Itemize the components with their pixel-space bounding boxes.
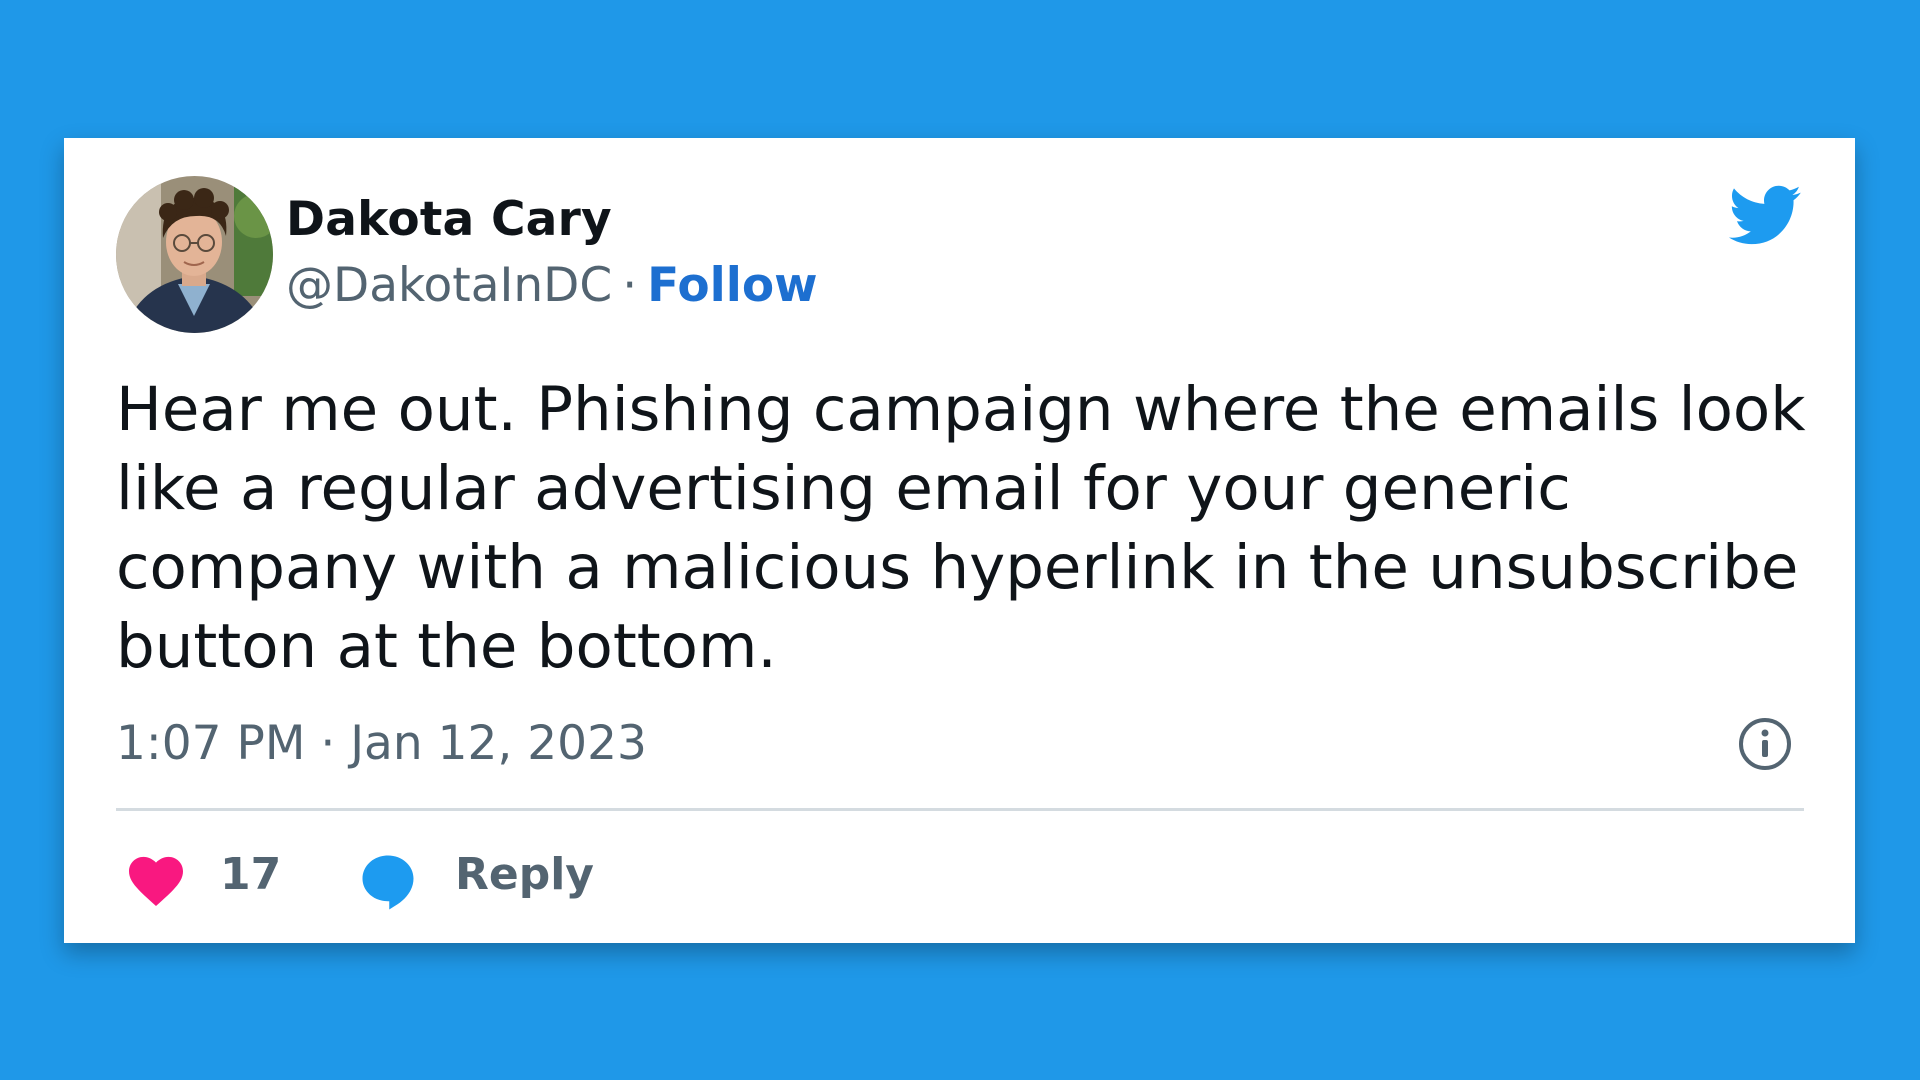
info-icon[interactable] <box>1737 716 1793 772</box>
reply-button[interactable]: Reply <box>455 849 594 900</box>
tweet-timestamp[interactable]: 1:07 PM · Jan 12, 2023 <box>116 716 647 771</box>
tweet-card: Dakota Cary @DakotaInDC · Follow Hear me o… <box>64 138 1855 943</box>
avatar-photo <box>116 176 273 333</box>
author-handle[interactable]: @DakotaInDC <box>286 258 612 313</box>
follow-link[interactable]: Follow <box>647 258 817 313</box>
handle-separator: · <box>622 258 638 313</box>
avatar[interactable] <box>116 176 273 333</box>
heart-icon[interactable] <box>126 853 186 907</box>
speech-bubble-icon[interactable] <box>358 850 418 910</box>
twitter-bird-icon[interactable] <box>1726 183 1802 247</box>
like-count: 17 <box>220 849 282 900</box>
author-handle-row: @DakotaInDC · Follow <box>286 258 818 313</box>
action-divider <box>116 808 1804 811</box>
author-display-name[interactable]: Dakota Cary <box>286 192 612 247</box>
tweet-text: Hear me out. Phishing campaign where the… <box>116 374 1806 682</box>
